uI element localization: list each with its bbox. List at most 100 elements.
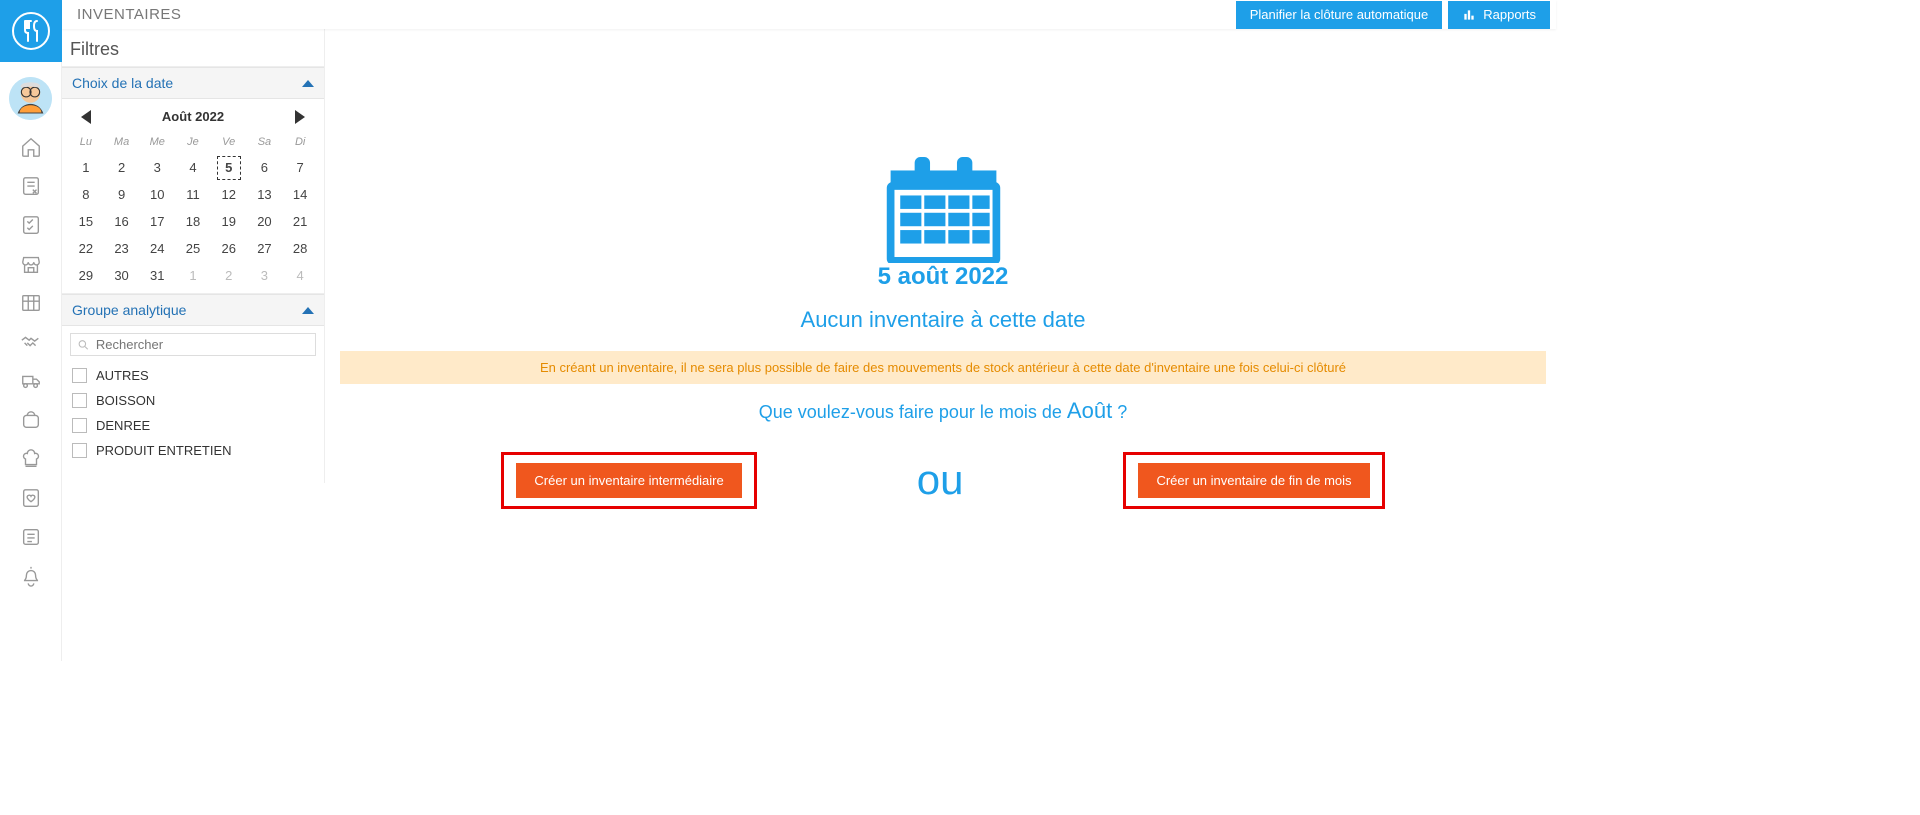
calendar-day[interactable]: 14 <box>282 181 318 208</box>
calendar-day[interactable]: 1 <box>68 154 104 181</box>
calendar-dow: Ma <box>104 130 140 154</box>
calendar-day[interactable]: 18 <box>175 208 211 235</box>
reports-button[interactable]: Rapports <box>1448 1 1550 29</box>
group-search-input[interactable] <box>96 337 309 352</box>
checkbox-icon[interactable] <box>72 418 87 433</box>
create-end-month-button[interactable]: Créer un inventaire de fin de mois <box>1138 463 1369 498</box>
calendar-day[interactable]: 4 <box>282 262 318 289</box>
avatar[interactable] <box>9 77 52 120</box>
calendar-dow: Me <box>139 130 175 154</box>
nav-checklist-icon[interactable] <box>0 205 62 244</box>
question-line: Que voulez-vous faire pour le mois de Ao… <box>340 398 1546 424</box>
calendar-day[interactable]: 23 <box>104 235 140 262</box>
nav-heart-doc-icon[interactable] <box>0 478 62 517</box>
calendar-day[interactable]: 2 <box>104 154 140 181</box>
group-label: BOISSON <box>96 393 155 408</box>
filters-title: Filtres <box>62 36 324 66</box>
calendar-day[interactable]: 15 <box>68 208 104 235</box>
calendar-day[interactable]: 16 <box>104 208 140 235</box>
filters-panel: Filtres Choix de la date Août 2022 LuMaM… <box>62 29 325 483</box>
calendar-day[interactable]: 21 <box>282 208 318 235</box>
calendar-day[interactable]: 2 <box>211 262 247 289</box>
nav-bag-icon[interactable] <box>0 400 62 439</box>
nav-store-icon[interactable] <box>0 244 62 283</box>
calendar-day[interactable]: 10 <box>139 181 175 208</box>
calendar-day[interactable]: 9 <box>104 181 140 208</box>
calendar-day[interactable]: 3 <box>247 262 283 289</box>
checkbox-icon[interactable] <box>72 443 87 458</box>
group-panel-header[interactable]: Groupe analytique <box>62 294 324 326</box>
warning-banner: En créant un inventaire, il ne sera plus… <box>340 351 1546 384</box>
date-panel-header[interactable]: Choix de la date <box>62 67 324 99</box>
page-title: INVENTAIRES <box>62 6 181 23</box>
calendar-day[interactable]: 11 <box>175 181 211 208</box>
group-checkbox-row[interactable]: BOISSON <box>62 388 324 413</box>
calendar-day[interactable]: 17 <box>139 208 175 235</box>
calendar-day[interactable]: 29 <box>68 262 104 289</box>
calendar-icon <box>881 157 1006 263</box>
calendar-day[interactable]: 6 <box>247 154 283 181</box>
main-area: 5 août 2022 Aucun inventaire à cette dat… <box>340 50 1546 661</box>
calendar-dow: Di <box>282 130 318 154</box>
left-rail <box>0 0 62 661</box>
calendar-day[interactable]: 31 <box>139 262 175 289</box>
topbar: INVENTAIRES Planifier la clôture automat… <box>62 0 1556 29</box>
chevron-up-icon <box>302 80 314 87</box>
nav-delivery-icon[interactable] <box>0 361 62 400</box>
calendar-dow: Lu <box>68 130 104 154</box>
calendar-day[interactable]: 26 <box>211 235 247 262</box>
calendar-dow: Sa <box>247 130 283 154</box>
selected-date-label: 5 août 2022 <box>340 263 1546 291</box>
calendar-day[interactable]: 27 <box>247 235 283 262</box>
calendar-day[interactable]: 25 <box>175 235 211 262</box>
highlight-box-left: Créer un inventaire intermédiaire <box>501 452 756 509</box>
group-checkbox-row[interactable]: AUTRES <box>62 363 324 388</box>
calendar-day[interactable]: 19 <box>211 208 247 235</box>
checkbox-icon[interactable] <box>72 368 87 383</box>
group-label: PRODUIT ENTRETIEN <box>96 443 232 458</box>
or-label: ou <box>917 456 964 504</box>
nav-lines-icon[interactable] <box>0 517 62 556</box>
group-label: DENREE <box>96 418 150 433</box>
calendar-day[interactable]: 28 <box>282 235 318 262</box>
group-checkbox-row[interactable]: PRODUIT ENTRETIEN <box>62 438 324 463</box>
calendar-day[interactable]: 8 <box>68 181 104 208</box>
nav-bell-icon[interactable] <box>0 556 62 595</box>
calendar-day[interactable]: 24 <box>139 235 175 262</box>
calendar-day[interactable]: 20 <box>247 208 283 235</box>
search-icon <box>77 338 90 352</box>
nav-edit-icon[interactable] <box>0 166 62 205</box>
plan-closing-button[interactable]: Planifier la clôture automatique <box>1236 1 1443 29</box>
group-label: AUTRES <box>96 368 149 383</box>
calendar-day[interactable]: 22 <box>68 235 104 262</box>
calendar-month-label: Août 2022 <box>162 109 224 124</box>
group-checkbox-row[interactable]: DENREE <box>62 413 324 438</box>
calendar-dow: Je <box>175 130 211 154</box>
nav-handshake-icon[interactable] <box>0 322 62 361</box>
date-panel: Choix de la date Août 2022 LuMaMeJeVeSaD… <box>62 66 324 293</box>
calendar: Août 2022 LuMaMeJeVeSaDi1234567891011121… <box>62 99 324 293</box>
calendar-day[interactable]: 13 <box>247 181 283 208</box>
calendar-day[interactable]: 12 <box>211 181 247 208</box>
calendar-day[interactable]: 30 <box>104 262 140 289</box>
calendar-day[interactable]: 7 <box>282 154 318 181</box>
report-icon <box>1462 8 1476 22</box>
calendar-prev-icon[interactable] <box>81 110 91 124</box>
calendar-dow: Ve <box>211 130 247 154</box>
calendar-next-icon[interactable] <box>295 110 305 124</box>
highlight-box-right: Créer un inventaire de fin de mois <box>1123 452 1384 509</box>
group-panel: Groupe analytique AUTRES BOISSON DENREE PRO… <box>62 293 324 463</box>
chevron-up-icon <box>302 307 314 314</box>
no-inventory-label: Aucun inventaire à cette date <box>340 307 1546 333</box>
group-search[interactable] <box>70 333 316 356</box>
app-logo[interactable] <box>0 0 62 62</box>
calendar-day[interactable]: 1 <box>175 262 211 289</box>
calendar-day[interactable]: 5 <box>211 154 247 181</box>
nav-columns-icon[interactable] <box>0 283 62 322</box>
calendar-day[interactable]: 3 <box>139 154 175 181</box>
checkbox-icon[interactable] <box>72 393 87 408</box>
create-intermediate-button[interactable]: Créer un inventaire intermédiaire <box>516 463 741 498</box>
nav-chef-icon[interactable] <box>0 439 62 478</box>
calendar-day[interactable]: 4 <box>175 154 211 181</box>
nav-home-icon[interactable] <box>0 127 62 166</box>
